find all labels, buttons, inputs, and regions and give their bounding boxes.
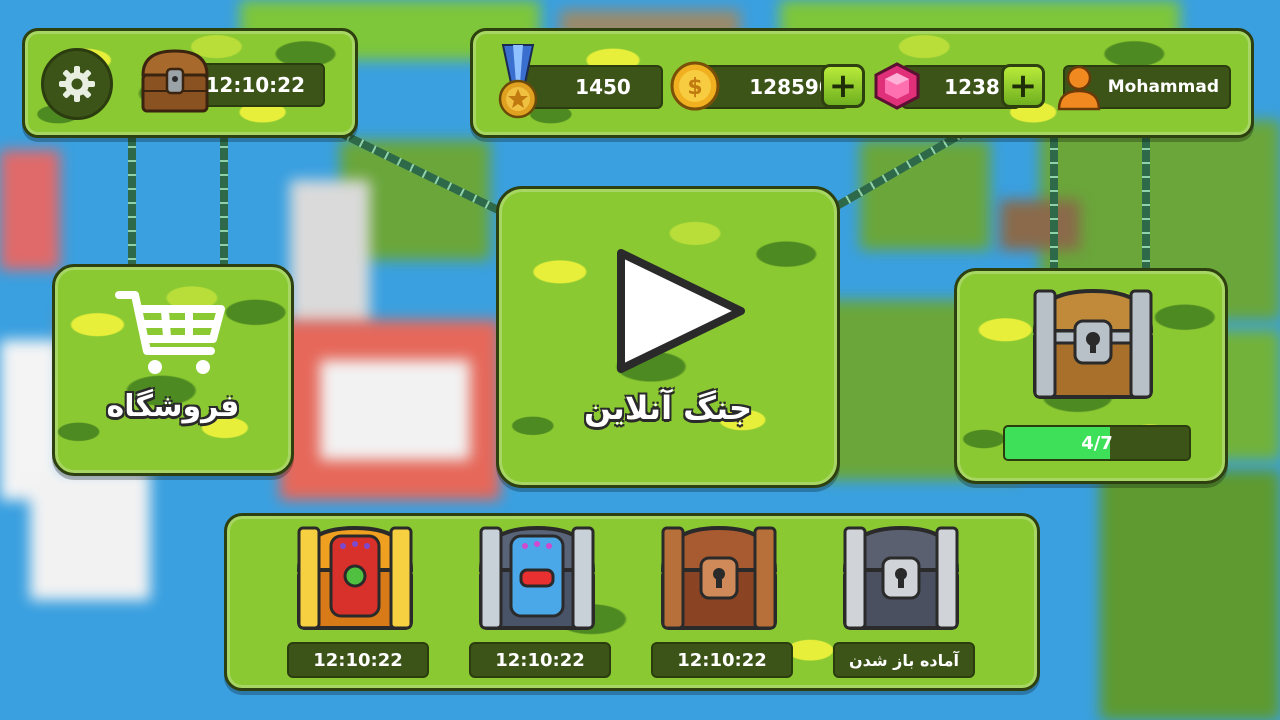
iron-chest-icon [1032,288,1154,399]
battle-label: جنگ آنلاین [583,389,753,427]
chain [128,126,136,272]
chain [220,126,228,272]
plus-icon: + [1008,66,1038,106]
chain [1142,128,1150,274]
gems-value: 1238 [944,75,1000,99]
chest-icon[interactable] [137,45,213,117]
chest-slot-label: 12:10:22 [469,642,611,678]
chest-slot[interactable]: آماده باز شدن [831,516,981,686]
plus-icon: + [828,66,858,106]
username: Mohammad [1107,77,1219,97]
chest-timer: 12:10:22 [205,73,306,97]
chest-slot[interactable]: 12:10:22 [285,516,435,686]
shopping-cart-icon [115,291,225,374]
chest-progress-text: 4/7 [1081,432,1113,454]
coin-icon: $ [670,61,720,111]
online-battle-button[interactable]: جنگ آنلاین [496,186,840,488]
medal-value: 1450 [575,75,631,99]
medal-icon [498,44,538,119]
chest-progress-bar: 4/7 [1003,425,1191,461]
shop-button[interactable]: فروشگاه [52,264,294,476]
gold-chest-icon [296,525,414,630]
chest-slot[interactable]: 12:10:22 [467,516,617,686]
iron-chest-icon [842,525,960,630]
chest-slot-label: 12:10:22 [287,642,429,678]
settings-button[interactable] [41,48,113,120]
add-gems-button[interactable]: + [1001,64,1045,108]
chest-slot[interactable]: 12:10:22 [649,516,799,686]
gear-icon [59,66,95,102]
add-coins-button[interactable]: + [821,64,865,108]
top-left-panel: 12:10:22 [22,28,358,138]
user-icon [1057,65,1101,111]
wooden-chest-icon [660,525,778,630]
gem-icon [874,62,920,110]
play-icon [617,249,745,373]
chest-slot-label: 12:10:22 [651,642,793,678]
silver-blue-chest-icon [478,525,596,630]
svg-text:$: $ [687,75,702,100]
chest-slots-panel: 12:10:22 12:10:22 12:10:22 آماده باز شدن [224,513,1040,691]
chain [1050,128,1058,274]
shop-label: فروشگاه [106,389,240,424]
top-right-panel: 1450 128590 $ + 1238 + Mohammad [470,28,1254,138]
chest-progress-board[interactable]: 4/7 [954,268,1228,484]
chest-slot-label: آماده باز شدن [833,642,975,678]
